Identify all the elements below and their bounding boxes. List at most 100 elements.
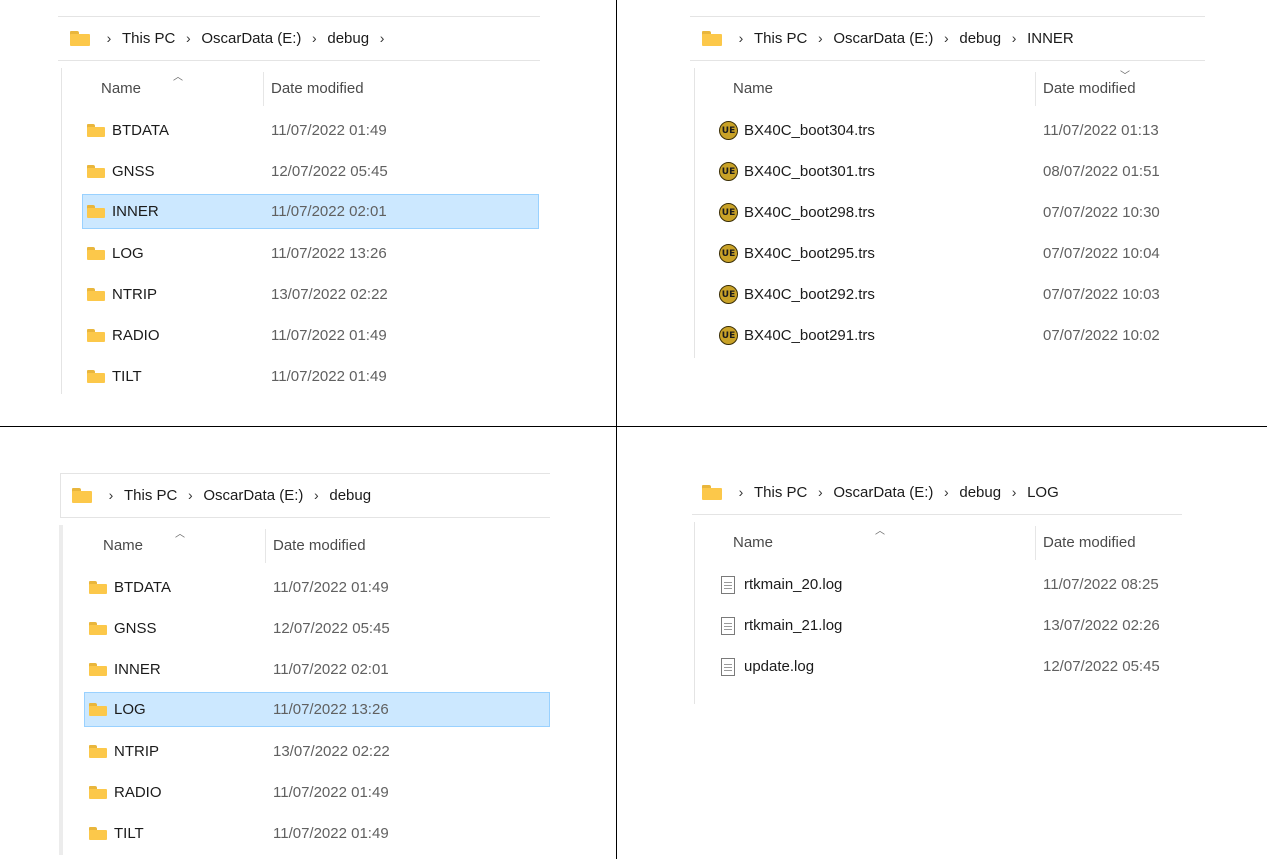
chevron-right-icon[interactable]: › bbox=[177, 30, 199, 46]
column-resize-handle[interactable] bbox=[1035, 526, 1036, 560]
list-item-selected[interactable]: LOG 11/07/2022 13:26 bbox=[84, 692, 550, 727]
address-bar-bottom-border bbox=[692, 514, 1182, 515]
chevron-right-icon[interactable]: › bbox=[371, 30, 393, 46]
list-item[interactable]: UE BX40C_boot292.trs 07/07/2022 10:03 bbox=[714, 277, 1204, 312]
list-item[interactable]: NTRIP 13/07/2022 02:22 bbox=[82, 277, 539, 312]
chevron-right-icon[interactable]: › bbox=[935, 484, 957, 500]
item-date: 13/07/2022 02:22 bbox=[273, 743, 390, 760]
ue-file-icon: UE bbox=[719, 326, 738, 345]
column-header-date-modified[interactable]: Date modified bbox=[1043, 534, 1136, 551]
folder-icon bbox=[87, 288, 105, 301]
list-item[interactable]: RADIO 11/07/2022 01:49 bbox=[82, 318, 539, 353]
text-file-icon bbox=[721, 657, 735, 676]
chevron-right-icon[interactable]: › bbox=[1003, 484, 1025, 500]
pane-left-border bbox=[694, 68, 695, 358]
chevron-right-icon[interactable]: › bbox=[100, 487, 122, 503]
list-item[interactable]: UE BX40C_boot291.trs 07/07/2022 10:02 bbox=[714, 318, 1204, 353]
list-item[interactable]: UE BX40C_boot295.trs 07/07/2022 10:04 bbox=[714, 236, 1204, 271]
breadcrumb-debug[interactable]: debug bbox=[957, 484, 1003, 501]
breadcrumb-debug[interactable]: debug bbox=[325, 30, 371, 47]
chevron-right-icon[interactable]: › bbox=[730, 30, 752, 46]
address-bar[interactable]: › This PC › OscarData (E:) › debug bbox=[72, 474, 373, 516]
text-file-icon bbox=[721, 575, 735, 594]
column-header-name[interactable]: Name bbox=[733, 80, 773, 97]
list-item[interactable]: update.log 12/07/2022 05:45 bbox=[714, 649, 1182, 684]
ue-file-icon: UE bbox=[719, 162, 738, 181]
chevron-right-icon[interactable]: › bbox=[98, 30, 120, 46]
list-item-selected[interactable]: INNER 11/07/2022 02:01 bbox=[82, 194, 539, 229]
chevron-right-icon[interactable]: › bbox=[179, 487, 201, 503]
item-name: TILT bbox=[114, 825, 144, 842]
breadcrumb-this-pc[interactable]: This PC bbox=[120, 30, 177, 47]
item-name: RADIO bbox=[112, 327, 160, 344]
list-item[interactable]: TILT 11/07/2022 01:49 bbox=[84, 816, 550, 851]
list-item[interactable]: GNSS 12/07/2022 05:45 bbox=[84, 611, 550, 646]
text-file-icon bbox=[721, 616, 735, 635]
breadcrumb-this-pc[interactable]: This PC bbox=[752, 484, 809, 501]
screenshot-divider-horizontal bbox=[0, 426, 1267, 427]
item-name: BX40C_boot292.trs bbox=[744, 286, 875, 303]
address-bar[interactable]: › This PC › OscarData (E:) › debug › bbox=[70, 17, 393, 59]
list-item[interactable]: INNER 11/07/2022 02:01 bbox=[84, 652, 550, 687]
list-item[interactable]: rtkmain_20.log 11/07/2022 08:25 bbox=[714, 567, 1182, 602]
breadcrumb-drive[interactable]: OscarData (E:) bbox=[831, 30, 935, 47]
column-header-date-modified[interactable]: Date modified bbox=[271, 80, 364, 97]
item-date: 11/07/2022 01:49 bbox=[271, 122, 387, 139]
folder-icon bbox=[702, 484, 722, 500]
list-item[interactable]: BTDATA 11/07/2022 01:49 bbox=[84, 570, 550, 605]
breadcrumb-log[interactable]: LOG bbox=[1025, 484, 1061, 501]
column-header-name[interactable]: Name bbox=[733, 534, 773, 551]
item-date: 13/07/2022 02:26 bbox=[1043, 617, 1160, 634]
column-header-date-modified[interactable]: Date modified bbox=[273, 537, 366, 554]
list-item[interactable]: UE BX40C_boot304.trs 11/07/2022 01:13 bbox=[714, 113, 1204, 148]
item-date: 11/07/2022 13:26 bbox=[273, 701, 389, 718]
column-header-name[interactable]: Name bbox=[101, 80, 141, 97]
column-resize-handle[interactable] bbox=[263, 72, 264, 106]
list-item[interactable]: rtkmain_21.log 13/07/2022 02:26 bbox=[714, 608, 1182, 643]
breadcrumb-this-pc[interactable]: This PC bbox=[752, 30, 809, 47]
column-resize-handle[interactable] bbox=[265, 529, 266, 563]
address-bar[interactable]: › This PC › OscarData (E:) › debug › INN… bbox=[702, 17, 1076, 59]
column-header-date-modified[interactable]: Date modified bbox=[1043, 80, 1136, 97]
list-item[interactable]: RADIO 11/07/2022 01:49 bbox=[84, 775, 550, 810]
list-item[interactable]: LOG 11/07/2022 13:26 bbox=[82, 236, 539, 271]
breadcrumb-drive[interactable]: OscarData (E:) bbox=[831, 484, 935, 501]
list-item[interactable]: TILT 11/07/2022 01:49 bbox=[82, 359, 539, 394]
chevron-right-icon[interactable]: › bbox=[730, 484, 752, 500]
breadcrumb-inner[interactable]: INNER bbox=[1025, 30, 1076, 47]
breadcrumb-debug[interactable]: debug bbox=[957, 30, 1003, 47]
item-date: 11/07/2022 02:01 bbox=[273, 661, 389, 678]
chevron-right-icon[interactable]: › bbox=[303, 30, 325, 46]
item-name: BX40C_boot295.trs bbox=[744, 245, 875, 262]
list-item[interactable]: UE BX40C_boot298.trs 07/07/2022 10:30 bbox=[714, 195, 1204, 230]
folder-icon bbox=[89, 622, 107, 635]
item-name: update.log bbox=[744, 658, 815, 675]
column-header-name[interactable]: Name bbox=[103, 537, 143, 554]
folder-icon bbox=[702, 30, 722, 46]
folder-icon bbox=[89, 786, 107, 799]
list-item[interactable]: BTDATA 11/07/2022 01:49 bbox=[82, 113, 539, 148]
chevron-right-icon[interactable]: › bbox=[305, 487, 327, 503]
breadcrumb-drive[interactable]: OscarData (E:) bbox=[201, 487, 305, 504]
chevron-right-icon[interactable]: › bbox=[809, 484, 831, 500]
item-name: INNER bbox=[114, 661, 161, 678]
list-item[interactable]: UE BX40C_boot301.trs 08/07/2022 01:51 bbox=[714, 154, 1204, 189]
breadcrumb-this-pc[interactable]: This PC bbox=[122, 487, 179, 504]
chevron-right-icon[interactable]: › bbox=[809, 30, 831, 46]
chevron-right-icon[interactable]: › bbox=[1003, 30, 1025, 46]
chevron-right-icon[interactable]: › bbox=[935, 30, 957, 46]
column-resize-handle[interactable] bbox=[1035, 72, 1036, 106]
item-date: 11/07/2022 01:49 bbox=[271, 368, 387, 385]
item-date: 07/07/2022 10:02 bbox=[1043, 327, 1160, 344]
pane-left-border bbox=[59, 525, 63, 855]
breadcrumb-debug[interactable]: debug bbox=[327, 487, 373, 504]
address-bar-bottom-border bbox=[58, 60, 540, 61]
item-name: GNSS bbox=[114, 620, 157, 637]
list-item[interactable]: NTRIP 13/07/2022 02:22 bbox=[84, 734, 550, 769]
list-item[interactable]: GNSS 12/07/2022 05:45 bbox=[82, 154, 539, 189]
item-name: NTRIP bbox=[114, 743, 159, 760]
breadcrumb-drive[interactable]: OscarData (E:) bbox=[199, 30, 303, 47]
folder-icon bbox=[89, 663, 107, 676]
ue-file-icon: UE bbox=[719, 285, 738, 304]
address-bar[interactable]: › This PC › OscarData (E:) › debug › LOG bbox=[702, 471, 1061, 513]
